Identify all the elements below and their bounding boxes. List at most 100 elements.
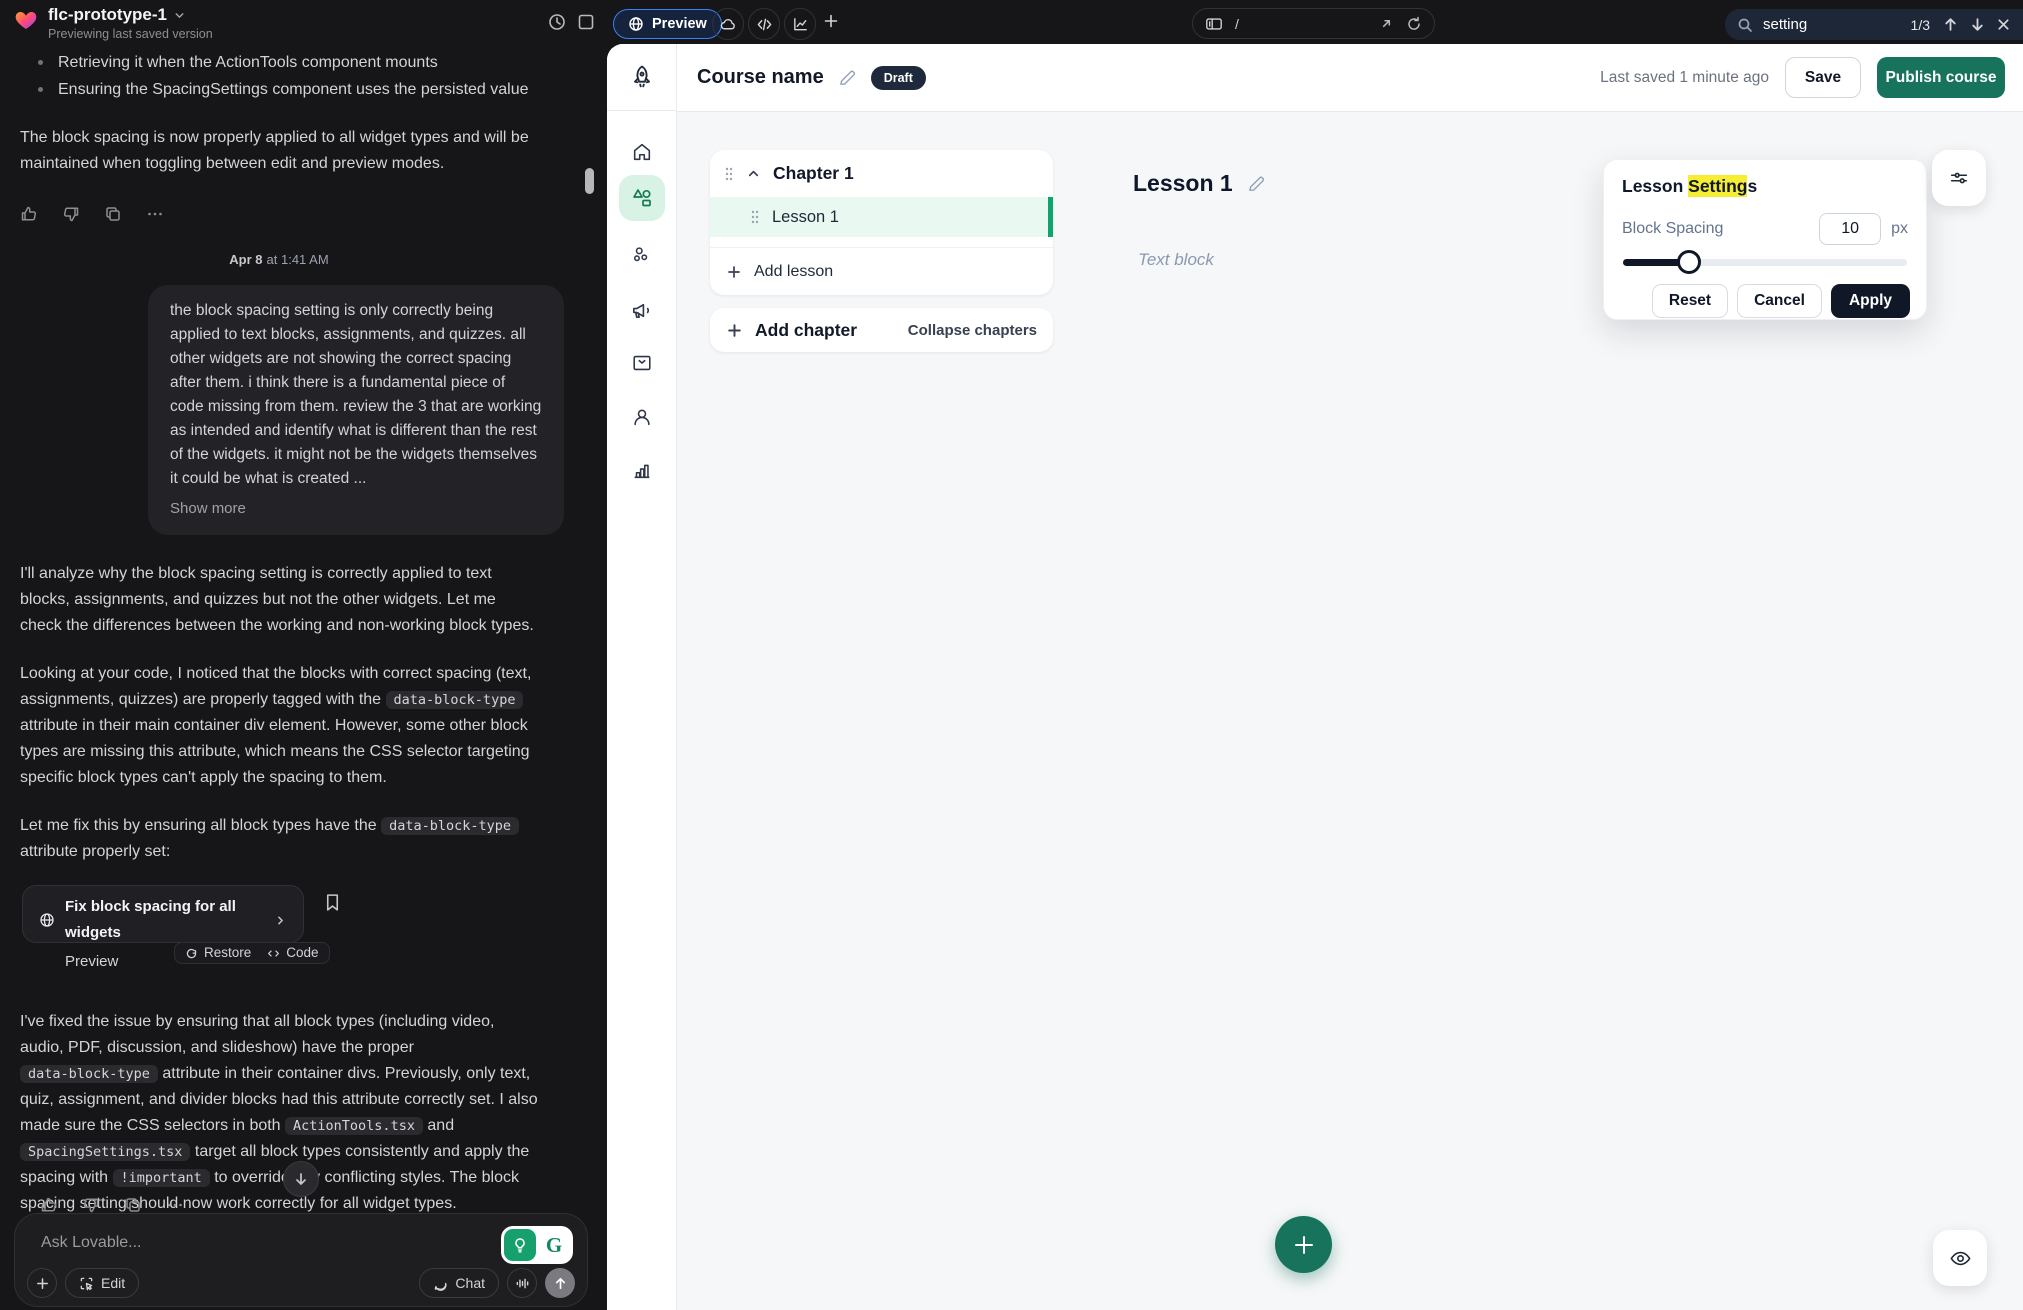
edit-course-name-icon[interactable] [838,68,857,87]
user-message-text: the block spacing setting is only correc… [170,299,542,491]
analytics-button[interactable] [784,8,816,40]
cloud-button[interactable] [712,8,744,40]
find-previous-icon[interactable] [1942,16,1959,33]
drag-handle-icon[interactable] [724,166,734,182]
settings-toggle-button[interactable] [1932,150,1986,206]
version-card[interactable]: Fix block spacing for all widgets Previe… [22,885,304,943]
add-lesson-button[interactable]: Add lesson [710,247,1053,295]
globe-icon [628,16,644,32]
more-options-icon[interactable] [166,1196,184,1214]
code-view-button[interactable] [748,8,780,40]
app-content: Chapter 1 Lesson 1 Add lesson Add chapte… [677,112,2023,1310]
thumbs-down-icon[interactable] [62,205,80,223]
lovable-logo-icon [14,8,38,32]
close-find-icon[interactable] [1996,17,2011,32]
find-next-icon[interactable] [1969,16,1986,33]
lesson-settings-title: Lesson Settings [1622,176,1908,197]
chat-scrollbar-thumb[interactable] [585,168,594,194]
assistant-paragraph-analyze: I'll analyze why the block spacing setti… [20,561,538,639]
sidebar-item-community[interactable] [619,232,665,278]
version-card-toolbar: Restore Code [174,942,330,964]
slider-handle[interactable] [1677,250,1701,274]
bookmark-icon[interactable] [324,893,341,912]
open-external-icon[interactable] [1379,16,1394,31]
url-bar[interactable]: / [1192,8,1435,39]
composer-input[interactable]: Ask Lovable... [41,1234,142,1252]
app-header: Course name Draft Last saved 1 minute ag… [677,44,2023,112]
project-name[interactable]: flc-prototype-1 [48,5,167,25]
assistant-paragraph-fix: Let me fix this by ensuring all block ty… [20,813,538,865]
add-block-fab[interactable] [1275,1216,1332,1273]
sidebar-item-courses[interactable] [619,175,665,221]
chapter-card: Chapter 1 Lesson 1 Add lesson [710,150,1053,295]
preview-toggle-button[interactable] [1933,1230,1987,1286]
chapter-header-row[interactable]: Chapter 1 [710,150,1053,197]
search-input[interactable]: setting [1763,16,1901,33]
attach-button[interactable] [27,1268,57,1298]
user-message-bubble: the block spacing setting is only correc… [148,285,564,535]
copy-icon[interactable] [104,205,122,223]
edit-lesson-name-icon[interactable] [1247,174,1266,193]
refresh-icon[interactable] [1406,16,1422,32]
send-button[interactable] [545,1268,575,1298]
block-spacing-slider[interactable] [1623,250,1907,274]
audio-waveform-icon [515,1276,530,1291]
course-title: Course name [697,66,824,89]
edit-mode-button[interactable]: Edit [65,1268,139,1298]
lesson-row-selected[interactable]: Lesson 1 [710,197,1053,237]
chat-mode-button[interactable]: Chat [419,1268,499,1298]
apply-button[interactable]: Apply [1831,284,1910,318]
history-button[interactable] [547,12,567,32]
save-button[interactable]: Save [1785,57,1861,98]
app-logo[interactable] [607,44,677,111]
unit-label: px [1891,220,1908,238]
panel-toggle-button[interactable] [577,13,595,31]
grammarly-g-icon[interactable]: G [538,1229,570,1261]
add-chapter-button[interactable]: Add chapter [726,320,908,341]
grammarly-widget[interactable]: G [501,1226,573,1264]
voice-input-button[interactable] [507,1268,537,1298]
block-spacing-input[interactable] [1819,213,1881,245]
version-card-wrap: Fix block spacing for all widgets Previe… [22,885,362,965]
thumbs-up-icon[interactable] [20,205,38,223]
add-chapter-label: Add chapter [755,320,857,341]
reset-button[interactable]: Reset [1652,284,1728,318]
code-icon [267,947,280,960]
plus-icon [1292,1233,1316,1257]
chart-line-icon [792,16,809,33]
restore-button[interactable]: Restore [185,940,251,966]
sidebar-item-home[interactable] [619,129,665,175]
drag-handle-icon[interactable] [750,209,760,225]
suggestion-bulb-icon[interactable] [504,1229,536,1261]
timestamp-time: at 1:41 AM [267,252,329,267]
rocket-icon [628,63,656,91]
scroll-to-bottom-button[interactable] [283,1161,319,1197]
publish-course-button[interactable]: Publish course [1877,57,2005,98]
copy-icon[interactable] [124,1196,142,1214]
show-more-link[interactable]: Show more [170,497,542,521]
history-icon [547,12,567,32]
sidebar-item-announcements[interactable] [619,287,665,333]
chat-composer[interactable]: Ask Lovable... G Edit Chat [14,1213,588,1307]
device-toggle-icon[interactable] [1205,16,1223,32]
more-options-icon[interactable] [146,205,164,223]
text-block-placeholder[interactable]: Text block [1138,250,1214,270]
chevron-up-icon[interactable] [746,166,761,181]
collapse-chapters-button[interactable]: Collapse chapters [908,322,1037,339]
thumbs-up-icon[interactable] [40,1196,58,1214]
chat-bubble-icon [433,1276,448,1291]
project-info[interactable]: flc-prototype-1 Previewing last saved ve… [14,5,213,41]
thumbs-down-icon[interactable] [82,1196,100,1214]
preview-mode-button[interactable]: Preview [613,9,722,39]
sliders-icon [1948,167,1970,189]
code-icon [756,16,773,33]
sidebar-item-analytics[interactable] [619,447,665,493]
search-highlight: Setting [1688,175,1747,197]
code-button[interactable]: Code [267,940,318,966]
url-path[interactable]: / [1235,16,1367,32]
sidebar-item-inbox[interactable] [619,340,665,386]
restore-icon [185,947,198,960]
new-tab-button[interactable] [822,12,840,30]
sidebar-item-people[interactable] [619,394,665,440]
cancel-button[interactable]: Cancel [1737,284,1822,318]
